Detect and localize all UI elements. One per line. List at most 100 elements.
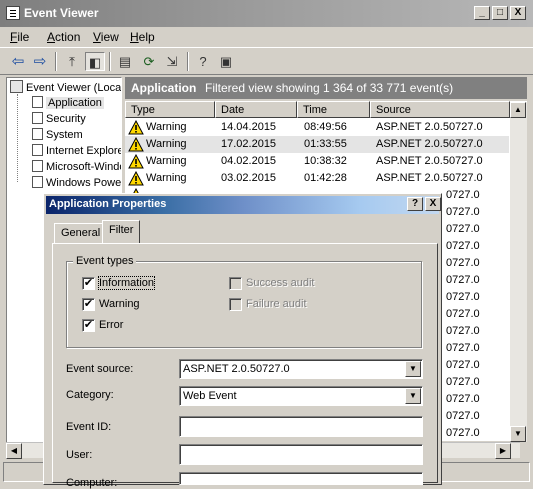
cell-source: ASP.NET 2.0.50727.0 — [376, 138, 483, 150]
scroll-right-arrow-icon[interactable]: ▶ — [495, 443, 511, 459]
tree-item-windows-powershell[interactable]: Windows PowerShell — [32, 176, 122, 189]
cell-source: 0727.0 — [446, 359, 480, 371]
show-description-icon[interactable]: ▣ — [216, 52, 236, 71]
scroll-left-arrow-icon[interactable]: ◀ — [6, 443, 22, 459]
warning-icon — [128, 154, 144, 169]
table-row[interactable]: Warning 14.04.2015 08:49:56 ASP.NET 2.0.… — [125, 119, 509, 136]
forward-arrow-icon[interactable]: ⇨ — [30, 52, 50, 71]
result-pane-title: Application — [131, 81, 197, 95]
cell-source: ASP.NET 2.0.50727.0 — [376, 172, 483, 184]
cell-type: Warning — [146, 172, 187, 184]
cell-source: 0727.0 — [446, 308, 480, 320]
up-folder-icon[interactable]: ⤒ — [62, 52, 82, 71]
scroll-down-arrow-icon[interactable]: ▼ — [510, 426, 526, 442]
tree-item-system[interactable]: System — [32, 128, 83, 141]
export-list-icon[interactable]: ⇲ — [162, 52, 182, 71]
category-value: Web Event — [183, 390, 237, 402]
maximize-button[interactable]: □ — [492, 6, 508, 20]
warning-icon — [128, 171, 144, 186]
chevron-down-icon[interactable]: ▼ — [405, 388, 421, 404]
tab-filter[interactable]: Filter — [102, 220, 141, 243]
log-icon — [32, 160, 43, 172]
cell-source: 0727.0 — [446, 274, 480, 286]
warning-checkbox[interactable]: ✔ — [82, 298, 95, 311]
event-id-field[interactable] — [179, 416, 423, 437]
event-list-vertical-scrollbar[interactable]: ▲ ▼ — [510, 102, 527, 442]
warning-icon — [128, 137, 144, 152]
cell-time: 10:38:32 — [304, 155, 347, 167]
column-type[interactable]: Type — [125, 101, 215, 118]
event-source-select[interactable]: ASP.NET 2.0.50727.0 ▼ — [179, 359, 423, 379]
tree-item-internet-explorer[interactable]: Internet Explorer — [32, 144, 121, 157]
cell-source: 0727.0 — [446, 257, 480, 269]
cell-source: 0727.0 — [446, 325, 480, 337]
dialog-help-button[interactable]: ? — [407, 197, 423, 211]
category-label: Category: — [66, 389, 114, 401]
window-titlebar[interactable]: Event Viewer _ □ X — [0, 0, 533, 27]
event-source-value: ASP.NET 2.0.50727.0 — [183, 363, 290, 375]
cell-time: 01:33:55 — [304, 138, 347, 150]
event-types-label: Event types — [73, 255, 137, 267]
menu-view[interactable]: View — [93, 30, 119, 44]
show-hide-tree-icon[interactable]: ◧ — [85, 52, 105, 71]
filter-status-text: Filtered view showing 1 364 of 33 771 ev… — [205, 81, 454, 95]
table-row[interactable]: Warning 04.02.2015 10:38:32 ASP.NET 2.0.… — [125, 153, 509, 170]
toolbar: ⇦ ⇨ ⤒ ◧ ▤ ⟳ ⇲ ? ▣ — [0, 47, 533, 75]
tree-item-security[interactable]: Security — [32, 112, 86, 125]
success-audit-checkbox — [229, 277, 242, 290]
category-select[interactable]: Web Event ▼ — [179, 386, 423, 406]
minimize-button[interactable]: _ — [474, 6, 490, 20]
menu-bar: File Action View Help — [0, 27, 533, 47]
log-icon — [32, 144, 43, 156]
tree-root-event-viewer[interactable]: Event Viewer (Local) — [10, 80, 122, 94]
dialog-titlebar[interactable]: Application Properties ? X — [46, 196, 441, 214]
cell-source: 0727.0 — [446, 376, 480, 388]
computer-icon — [10, 80, 23, 93]
tree-root-label: Event Viewer (Local) — [26, 82, 122, 94]
menu-file[interactable]: File — [10, 30, 29, 44]
column-time[interactable]: Time — [297, 101, 370, 118]
dialog-close-button[interactable]: X — [425, 197, 441, 211]
cell-source: ASP.NET 2.0.50727.0 — [376, 155, 483, 167]
log-icon — [32, 176, 43, 188]
table-row[interactable]: Warning 17.02.2015 01:33:55 ASP.NET 2.0.… — [125, 136, 509, 153]
cell-date: 04.02.2015 — [221, 155, 277, 167]
user-label: User: — [66, 449, 93, 461]
computer-field[interactable] — [179, 472, 423, 485]
event-id-label: Event ID: — [66, 421, 112, 433]
tree-item-label: Windows PowerShell — [46, 177, 122, 189]
cell-date: 03.02.2015 — [221, 172, 277, 184]
scroll-up-arrow-icon[interactable]: ▲ — [510, 102, 526, 118]
cell-source: 0727.0 — [446, 427, 480, 439]
cell-source: ASP.NET 2.0.50727.0 — [376, 121, 483, 133]
information-label: Information — [97, 276, 156, 290]
menu-help[interactable]: Help — [130, 30, 155, 44]
cell-date: 14.04.2015 — [221, 121, 277, 133]
tree-item-application[interactable]: Application — [32, 96, 104, 109]
dialog-title: Application Properties — [49, 198, 167, 210]
close-button[interactable]: X — [510, 6, 526, 20]
cell-source: 0727.0 — [446, 291, 480, 303]
properties-icon[interactable]: ▤ — [115, 52, 135, 71]
tree-item-microsoft-windows[interactable]: Microsoft-Windows — [32, 160, 121, 173]
result-pane-header: Application Filtered view showing 1 364 … — [125, 77, 527, 99]
tab-general[interactable]: General — [54, 223, 108, 243]
table-row[interactable]: Warning 03.02.2015 01:42:28 ASP.NET 2.0.… — [125, 170, 509, 187]
warning-label: Warning — [99, 298, 140, 310]
success-audit-label: Success audit — [246, 277, 315, 289]
back-arrow-icon[interactable]: ⇦ — [8, 52, 28, 71]
column-source[interactable]: Source — [370, 101, 510, 118]
column-date[interactable]: Date — [215, 101, 297, 118]
chevron-down-icon[interactable]: ▼ — [405, 361, 421, 377]
event-viewer-app-icon — [6, 6, 20, 20]
menu-action[interactable]: Action — [47, 30, 80, 44]
error-checkbox[interactable]: ✔ — [82, 319, 95, 332]
cell-time: 01:42:28 — [304, 172, 347, 184]
event-source-label: Event source: — [66, 363, 134, 375]
user-field[interactable] — [179, 444, 423, 465]
application-properties-dialog: Application Properties ? X General Filte… — [43, 193, 442, 489]
help-icon[interactable]: ? — [193, 52, 213, 71]
cell-type: Warning — [146, 138, 187, 150]
information-checkbox[interactable]: ✔ — [82, 277, 95, 290]
refresh-icon[interactable]: ⟳ — [139, 52, 159, 71]
